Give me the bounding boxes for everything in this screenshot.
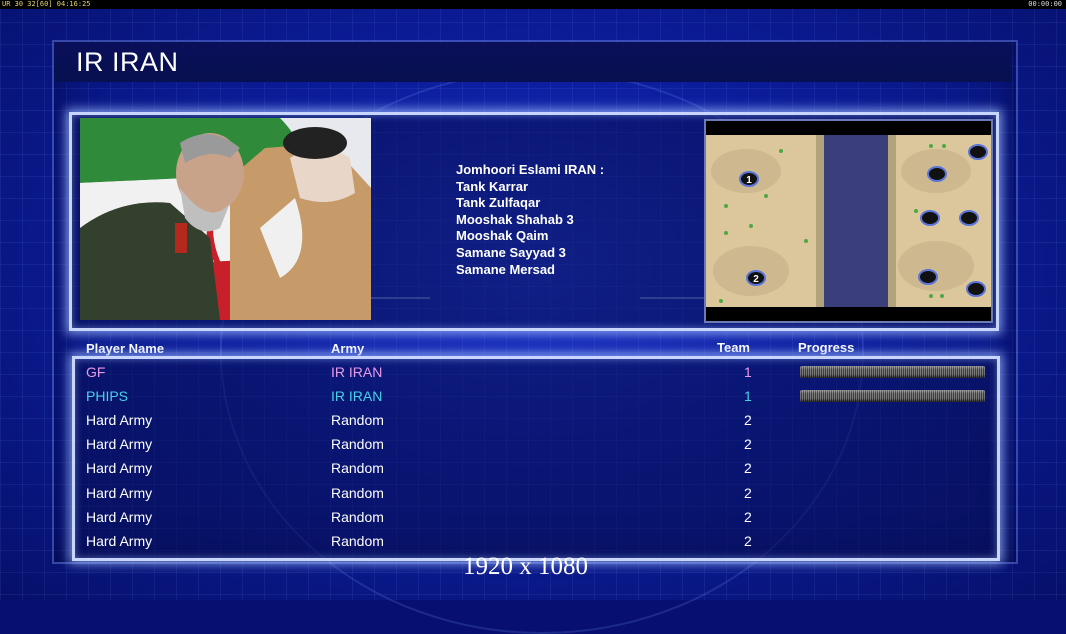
progress-bar [800, 390, 985, 403]
player-name[interactable]: PHIPS [86, 388, 128, 404]
player-name[interactable]: Hard Army [86, 436, 152, 452]
player-team[interactable]: 2 [744, 460, 752, 476]
table-row[interactable]: Hard Army Random 2 [86, 485, 986, 507]
player-team[interactable]: 1 [744, 388, 752, 404]
player-name[interactable]: Hard Army [86, 460, 152, 476]
army-description-line: Jomhoori Eslami IRAN : [456, 162, 605, 177]
table-row[interactable]: Hard Army Random 2 [86, 533, 986, 555]
army-description-line: Samane Mersad [456, 261, 555, 277]
table-row[interactable]: Hard Army Random 2 [86, 436, 986, 458]
column-header-team: Team [717, 340, 750, 355]
column-header-army: Army [331, 341, 365, 356]
player-army[interactable]: Random [331, 460, 384, 476]
player-team[interactable]: 2 [744, 412, 752, 428]
player-team[interactable]: 2 [744, 436, 752, 452]
player-name[interactable]: Hard Army [86, 509, 152, 525]
army-description-line: Tank Zulfaqar [456, 195, 541, 211]
column-header-player-name: Player Name [86, 341, 165, 356]
map-start-position: 1 [746, 175, 752, 186]
player-army[interactable]: Random [331, 436, 384, 452]
army-description-line: Mooshak Qaim [456, 228, 549, 244]
resolution-label: 1920 x 1080 [463, 553, 588, 580]
page-title: IR IRAN [76, 47, 179, 77]
table-row[interactable]: GF IR IRAN 1 [86, 364, 986, 386]
player-name[interactable]: Hard Army [86, 412, 152, 428]
table-row[interactable]: Hard Army Random 2 [86, 412, 986, 434]
column-header-progress: Progress [798, 340, 855, 355]
army-description: Jomhoori Eslami IRAN : Tank Karrar Tank … [456, 162, 604, 278]
army-description-line: Tank Karrar [456, 178, 529, 194]
status-clock: 00:00:00 [1028, 0, 1062, 8]
table-row[interactable]: Hard Army Random 2 [86, 509, 986, 531]
progress-bar [800, 366, 985, 378]
player-army[interactable]: Random [331, 485, 384, 501]
army-portrait-image [80, 118, 371, 320]
table-row[interactable]: PHIPS IR IRAN 1 [86, 388, 986, 410]
player-name[interactable]: Hard Army [86, 485, 152, 501]
player-name[interactable]: GF [86, 364, 105, 380]
player-army[interactable]: Random [331, 509, 384, 525]
title-bar [54, 42, 1012, 82]
map-start-position: 2 [753, 274, 759, 285]
table-row[interactable]: Hard Army Random 2 [86, 460, 986, 482]
player-team[interactable]: 2 [744, 509, 752, 525]
army-description-line: Mooshak Shahab 3 [456, 211, 574, 227]
player-team[interactable]: 2 [744, 533, 752, 549]
player-team[interactable]: 1 [744, 364, 752, 380]
player-team[interactable]: 2 [744, 485, 752, 501]
army-description-line: Samane Sayyad 3 [456, 244, 566, 260]
player-army[interactable]: Random [331, 533, 384, 549]
player-name[interactable]: Hard Army [86, 533, 152, 549]
status-left: UR 30 32[60] 04:16:25 [2, 0, 91, 8]
player-army[interactable]: IR IRAN [331, 364, 382, 380]
player-army[interactable]: IR IRAN [331, 388, 382, 404]
status-strip: UR 30 32[60] 04:16:25 00:00:00 [0, 0, 1066, 9]
map-preview[interactable]: 1 2 [704, 119, 993, 323]
player-army[interactable]: Random [331, 412, 384, 428]
